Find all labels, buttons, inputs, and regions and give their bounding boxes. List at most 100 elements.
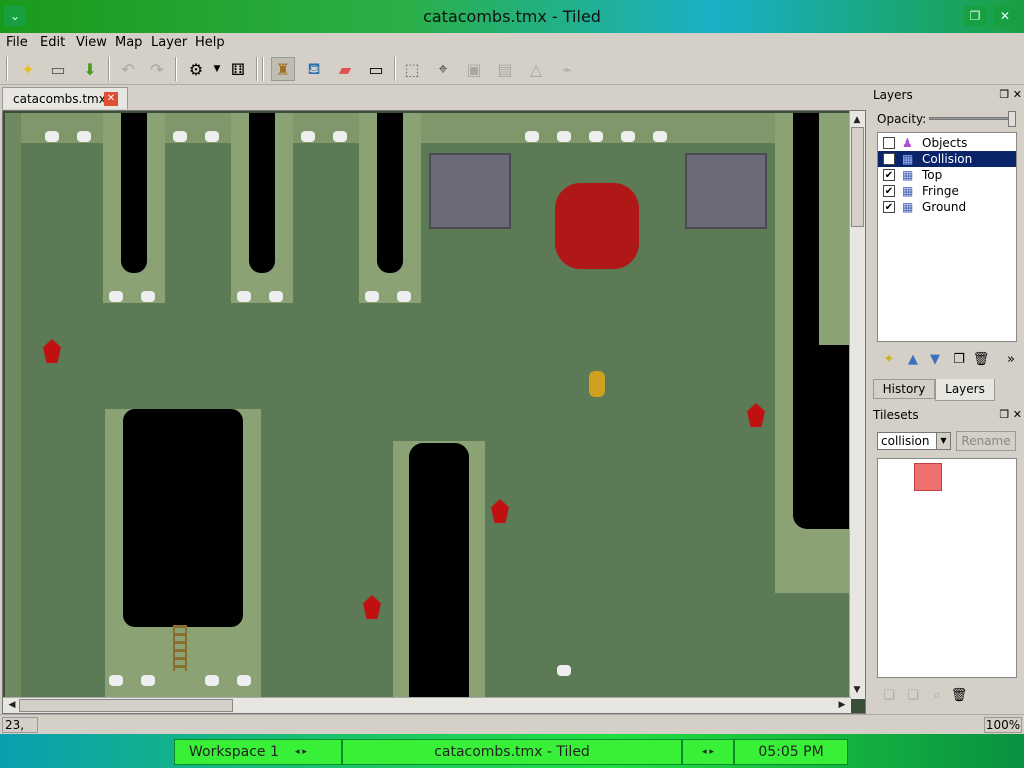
horizontal-scroll-thumb[interactable] (19, 699, 233, 712)
skull-decoration (525, 131, 539, 142)
stone-coffin (685, 153, 767, 229)
map-view[interactable]: ▲ ▼ ◀ ▶ (2, 110, 866, 714)
open-icon[interactable]: ▭ (46, 57, 70, 81)
tab-layers[interactable]: Layers (935, 379, 995, 401)
tileset-properties-icon[interactable]: ⌕ (927, 686, 947, 706)
map-vertical-scrollbar[interactable]: ▲ ▼ (849, 111, 865, 699)
document-tabbar: catacombs.tmx ✕ (0, 86, 868, 110)
save-icon[interactable]: ⬇ (78, 57, 102, 81)
edit-polygons-icon[interactable]: ⌖ (431, 57, 455, 81)
opacity-slider-handle[interactable] (1008, 111, 1016, 127)
workspace-arrows-icon[interactable]: ◂ ▸ (295, 740, 307, 764)
layers-dock: Layers ❐ ✕ Opacity: ♟ Objects ▦ Collisio… (871, 86, 1024, 378)
opacity-slider[interactable] (929, 111, 1016, 127)
map-horizontal-scrollbar[interactable]: ◀ ▶ (3, 697, 851, 713)
layer-name: Ground (922, 200, 967, 214)
taskbar-window-button[interactable]: catacombs.tmx - Tiled (342, 739, 682, 765)
status-bar: 23, 11 100% (0, 714, 1024, 746)
lower-layer-icon[interactable]: ▼ (925, 350, 945, 370)
map-pit (377, 113, 403, 273)
red-crystal (491, 499, 509, 523)
menu-bar: File Edit View Map Layer Help (0, 33, 1024, 53)
bucket-fill-icon[interactable]: ⛾ (302, 57, 326, 81)
rect-select-icon[interactable]: ▭ (364, 57, 388, 81)
raise-layer-icon[interactable]: ▲ (903, 350, 923, 370)
main-toolbar: ✦ ▭ ⬇ ↶ ↷ ⚙ ▼ ⚅ ♜ ⛾ ▰ ▭ ⬚ ⌖ ▣ ▤ △ ⌁ (0, 53, 1024, 85)
close-window-icon[interactable]: ✕ (994, 6, 1016, 26)
map-pit (249, 113, 275, 273)
layers-dock-title: Layers (873, 88, 913, 102)
layer-row-top[interactable]: ✔ ▦ Top (878, 167, 1016, 183)
insert-image-icon[interactable]: ▤ (493, 57, 517, 81)
chevron-down-icon[interactable]: ▼ (936, 433, 950, 449)
undo-icon[interactable]: ↶ (116, 57, 140, 81)
menu-view[interactable]: View (76, 35, 107, 50)
scroll-right-icon[interactable]: ▶ (835, 698, 849, 712)
more-options-icon[interactable]: » (1001, 350, 1021, 370)
layer-row-fringe[interactable]: ✔ ▦ Fringe (878, 183, 1016, 199)
maximize-icon[interactable]: ❐ (964, 6, 986, 26)
delete-layer-icon[interactable]: 🗑 (971, 350, 991, 370)
close-dock-icon[interactable]: ✕ (1013, 408, 1022, 421)
map-pit (121, 113, 147, 273)
layer-visibility-checkbox[interactable]: ✔ (883, 185, 895, 197)
layer-row-objects[interactable]: ♟ Objects (878, 135, 1016, 151)
skull-decoration (237, 675, 251, 686)
float-dock-icon[interactable]: ❐ (999, 88, 1009, 101)
skull-decoration (205, 675, 219, 686)
layer-visibility-checkbox[interactable] (883, 153, 895, 165)
insert-rectangle-icon[interactable]: ▣ (462, 57, 486, 81)
tab-history[interactable]: History (873, 379, 935, 399)
add-layer-icon[interactable]: ✦ (879, 350, 899, 370)
delete-tileset-icon[interactable]: 🗑 (949, 686, 969, 706)
skull-decoration (269, 291, 283, 302)
vertical-scroll-thumb[interactable] (851, 127, 864, 227)
new-tileset-icon[interactable]: ❏ (879, 686, 899, 706)
stamp-brush-icon[interactable]: ♜ (271, 57, 295, 81)
layer-visibility-checkbox[interactable]: ✔ (883, 169, 895, 181)
layer-visibility-checkbox[interactable] (883, 137, 895, 149)
ladder (173, 625, 187, 671)
insert-polyline-icon[interactable]: ⌁ (555, 57, 579, 81)
menu-file[interactable]: File (6, 35, 28, 50)
tab-label: catacombs.tmx (13, 92, 106, 106)
layer-row-ground[interactable]: ✔ ▦ Ground (878, 199, 1016, 215)
float-dock-icon[interactable]: ❐ (999, 408, 1009, 421)
new-icon[interactable]: ✦ (16, 57, 40, 81)
menu-edit[interactable]: Edit (40, 35, 65, 50)
menu-layer[interactable]: Layer (151, 35, 187, 50)
duplicate-layer-icon[interactable]: ❐ (949, 350, 969, 370)
scroll-left-icon[interactable]: ◀ (5, 698, 19, 712)
tab-catacombs[interactable]: catacombs.tmx ✕ (2, 87, 128, 109)
scroll-down-icon[interactable]: ▼ (850, 683, 864, 697)
layer-row-collision[interactable]: ▦ Collision (878, 151, 1016, 167)
tile-layer-icon: ▦ (902, 168, 914, 182)
tileset-view[interactable] (877, 458, 1017, 678)
layer-name: Fringe (922, 184, 959, 198)
map-canvas[interactable] (5, 113, 851, 697)
layer-visibility-checkbox[interactable]: ✔ (883, 201, 895, 213)
insert-polygon-icon[interactable]: △ (524, 57, 548, 81)
workspace-label: Workspace 1 (189, 744, 279, 760)
toolbar-separator (262, 57, 264, 81)
toolbar-separator (108, 57, 110, 81)
menu-map[interactable]: Map (115, 35, 142, 50)
close-dock-icon[interactable]: ✕ (1013, 88, 1022, 101)
import-tileset-icon[interactable]: ❏ (903, 686, 923, 706)
dock-buttons: ❐ ✕ (999, 88, 1022, 101)
workspace-switcher[interactable]: Workspace 1 ◂ ▸ (174, 739, 342, 765)
random-icon[interactable]: ⚅ (226, 57, 250, 81)
select-objects-icon[interactable]: ⬚ (400, 57, 424, 81)
tileset-select[interactable]: collision ▼ (877, 432, 951, 450)
window-arrows-icon[interactable]: ◂ ▸ (682, 739, 734, 765)
close-tab-icon[interactable]: ✕ (104, 92, 118, 106)
menu-help[interactable]: Help (195, 35, 225, 50)
layers-list[interactable]: ♟ Objects ▦ Collision ✔ ▦ Top ✔ ▦ Fringe… (877, 132, 1017, 342)
scroll-up-icon[interactable]: ▲ (850, 113, 864, 127)
collision-tile[interactable] (914, 463, 942, 491)
redo-icon[interactable]: ↷ (145, 57, 169, 81)
eraser-icon[interactable]: ▰ (333, 57, 357, 81)
map-left-wall (5, 113, 21, 697)
map-pit (123, 409, 243, 627)
rename-tileset-button[interactable]: Rename (956, 431, 1016, 451)
